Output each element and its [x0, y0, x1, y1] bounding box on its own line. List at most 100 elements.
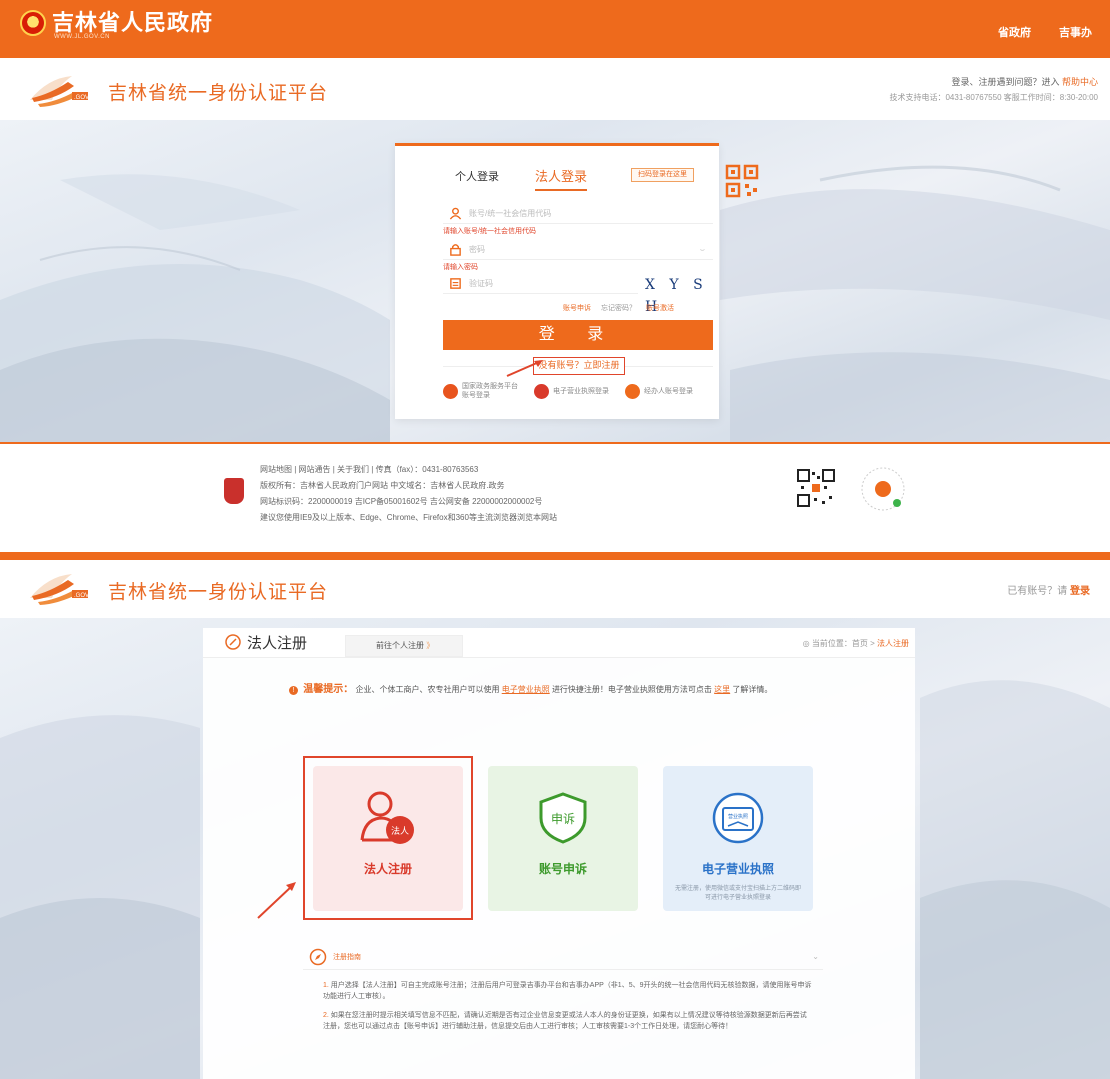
national-gov-login[interactable]: 国家政务服务平台账号登录: [443, 382, 520, 400]
annotation-arrow-icon: [257, 882, 296, 919]
eye-closed-icon[interactable]: ⌣: [700, 240, 705, 260]
password-placeholder: 密码: [469, 245, 485, 254]
national-emblem-login-icon: [443, 383, 458, 399]
tab-legal-login[interactable]: 法人登录: [535, 166, 588, 191]
alternative-logins: 国家政务服务平台账号登录 电子营业执照登录 经办人账号登录: [443, 382, 713, 400]
section-divider: [0, 552, 1110, 560]
register-panel-header: 法人注册 前往个人注册 》 ◎ 当前位置：首页 > 法人注册: [203, 628, 915, 658]
wechat-qr-code-icon: [796, 468, 836, 508]
legal-register-label: 法人注册: [363, 862, 412, 876]
login-helper-links: 账号申诉 忘记密码？ 账号激活: [563, 303, 674, 313]
register-now-link[interactable]: 没有账号？立即注册: [533, 357, 625, 375]
double-chevron-icon: 》: [426, 641, 435, 650]
account-input[interactable]: 账号/统一社会信用代码: [443, 204, 713, 224]
business-license-label: 电子营业执照: [701, 862, 774, 876]
register-guide-header[interactable]: 注册指南 ⌄: [303, 946, 823, 970]
tip-text-1: 企业、个体工商户、农专社用户可以使用: [355, 685, 500, 694]
nav-jishiban[interactable]: 吉事办: [1059, 24, 1092, 40]
qr-code-toggle-icon[interactable]: [725, 164, 759, 198]
legal-register-card[interactable]: 法人 法人注册: [313, 766, 463, 911]
guide-item: 2. 如果在您注册时提示相关填写信息不匹配，请确认近期是否有过企业信息变更或法人…: [323, 1012, 807, 1030]
site-footer: 网站地图 | 网站通告 | 关于我们 | 传真（fax）：0431-807635…: [0, 442, 1110, 552]
account-activate-link[interactable]: 账号激活: [646, 303, 674, 313]
captcha-icon: [450, 278, 461, 289]
lock-icon: [450, 244, 461, 256]
have-account-text: 已有账号？请 登录: [1007, 582, 1090, 597]
guide-item-2-text: 如果在您注册时提示相关填写信息不匹配，请确认近期是否有过企业信息变更或法人本人的…: [323, 1012, 807, 1030]
goto-personal-register-tab[interactable]: 前往个人注册 》: [345, 635, 463, 657]
nav-provincial-gov[interactable]: 省政府: [998, 24, 1031, 40]
license-badge-text: 营业执照: [728, 813, 748, 820]
top-nav: 省政府 吉事办: [998, 24, 1092, 40]
top-bar: 吉林省人民政府 WWW.JL.GOV.CN 省政府 吉事办: [0, 0, 1110, 58]
forgot-password-link[interactable]: 忘记密码？: [601, 303, 636, 313]
register-guide: 注册指南 ⌄ 1. 用户选择【法人注册】可自主完成账号注册；注册后用户可登录吉事…: [303, 946, 823, 1079]
register-panel: 法人注册 前往个人注册 》 ◎ 当前位置：首页 > 法人注册 ! 温馨提示： 企…: [203, 628, 915, 1079]
shield-appeal-icon: 申诉: [539, 792, 587, 844]
gov-site-name[interactable]: 吉林省人民政府: [52, 5, 213, 37]
business-license-login[interactable]: 电子营业执照登录: [534, 382, 611, 400]
breadcrumb-current: 法人注册: [877, 639, 909, 648]
alert-icon: !: [289, 686, 298, 695]
captcha-placeholder: 验证码: [469, 279, 493, 288]
account-placeholder: 账号/统一社会信用代码: [469, 209, 552, 218]
tip-text-3: 了解详情。: [732, 685, 773, 694]
tip-text-2: 进行快捷注册！电子营业执照使用方法可点击: [551, 685, 712, 694]
warm-tip: ! 温馨提示： 企业、个体工商户、农专社用户可以使用 电子营业执照 进行快捷注册…: [289, 680, 772, 695]
business-license-login-label: 电子营业执照登录: [553, 387, 609, 395]
login-tabs: 个人登录 法人登录: [455, 166, 588, 191]
national-gov-login-label: 国家政务服务平台账号登录: [462, 383, 518, 399]
account-appeal-link[interactable]: 账号申诉: [563, 303, 591, 313]
register-header: .GOV 吉林省统一身份认证平台 已有账号？请 登录: [0, 560, 1110, 618]
national-emblem-icon: [20, 10, 46, 36]
tip-link-here[interactable]: 这里: [714, 685, 730, 694]
tab-personal-login[interactable]: 个人登录: [455, 168, 499, 191]
footer-registration: 网站标识码：2200000019 吉ICP备05001602号 吉公网安备 22…: [260, 497, 543, 506]
have-account-prefix: 已有账号？请: [1007, 586, 1068, 597]
edit-circle-icon: [225, 634, 241, 650]
help-center-link[interactable]: 帮助中心: [1062, 77, 1098, 87]
business-license-card[interactable]: 营业执照 电子营业执照 无需注册，使用微信或支付宝扫描上方二维码即可进行电子营业…: [663, 766, 813, 911]
breadcrumb: ◎ 当前位置：首页 > 法人注册: [803, 638, 909, 649]
agent-login-label: 经办人账号登录: [644, 387, 693, 395]
business-license-login-icon: [534, 383, 549, 399]
platform-logo-icon[interactable]: .GOV: [28, 70, 90, 110]
platform-header: .GOV 吉林省统一身份认证平台 登录、注册遇到问题？进入 帮助中心 技术支持电…: [0, 58, 1110, 120]
goto-personal-label: 前往个人注册: [376, 641, 424, 650]
login-button[interactable]: 登 录: [443, 320, 713, 350]
svg-text:.GOV: .GOV: [74, 593, 89, 599]
chevron-down-icon[interactable]: ⌄: [812, 952, 819, 961]
login-link[interactable]: 登录: [1070, 586, 1090, 597]
business-license-icon: 营业执照: [712, 792, 764, 844]
agent-user-icon: [625, 383, 640, 399]
account-appeal-card[interactable]: 申诉 账号申诉: [488, 766, 638, 911]
footer-info: 网站地图 | 网站通告 | 关于我们 | 传真（fax）：0431-807635…: [260, 462, 557, 526]
captcha-image[interactable]: X Y S H: [645, 274, 711, 315]
password-input[interactable]: 密码 ⌣: [443, 240, 713, 260]
breadcrumb-prefix[interactable]: 当前位置：首页 >: [812, 639, 877, 648]
tip-label: 温馨提示：: [303, 684, 354, 695]
annotation-arrow-icon: [506, 360, 543, 377]
header-help: 登录、注册遇到问题？进入 帮助中心 技术支持电话：0431-80767550 客…: [889, 75, 1098, 105]
gov-site-domain: WWW.JL.GOV.CN: [54, 34, 110, 40]
register-guide-title: 注册指南: [333, 954, 361, 961]
guide-item-1-text: 用户选择【法人注册】可自主完成账号注册；注册后用户可登录吉事办平台和吉事办APP…: [323, 982, 812, 1000]
agent-login[interactable]: 经办人账号登录: [625, 382, 693, 400]
location-pin-icon: ◎: [802, 639, 812, 648]
captcha-input[interactable]: 验证码: [443, 274, 638, 294]
account-appeal-label: 账号申诉: [538, 862, 587, 876]
footer-links[interactable]: 网站地图 | 网站通告 | 关于我们 | 传真（fax）：0431-807635…: [260, 462, 557, 478]
gov-badge-icon[interactable]: [224, 478, 244, 504]
svg-text:.GOV: .GOV: [74, 95, 89, 101]
tip-link-business-license[interactable]: 电子营业执照: [502, 685, 550, 694]
footer-browser-tip: 建议您使用IE9及以上版本、Edge、Chrome、Firefox和360等主流…: [260, 513, 557, 522]
legal-person-icon: 法人: [360, 791, 414, 844]
scan-login-tip: 扫码登录在这里: [631, 168, 694, 182]
mini-program-code-icon: [861, 467, 905, 511]
platform-logo-icon[interactable]: .GOV: [28, 568, 90, 608]
platform-title: 吉林省统一身份认证平台: [108, 582, 329, 603]
help-prefix: 登录、注册遇到问题？进入: [951, 77, 1060, 87]
user-icon: [449, 207, 462, 220]
footer-copyright: 版权所有：吉林省人民政府门户网站 中文域名：吉林省人民政府.政务: [260, 481, 505, 490]
business-license-desc: 无需注册，使用微信或支付宝扫描上方二维码即可进行电子营业执照登录: [674, 886, 801, 901]
